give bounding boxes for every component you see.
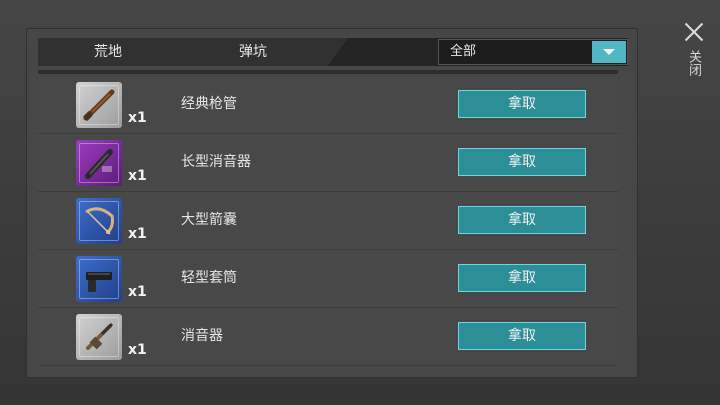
item-qty: x1 [128,168,147,184]
item-slot[interactable] [76,82,122,128]
tab-wasteland[interactable]: 荒地 [38,38,198,66]
take-button[interactable]: 拿取 [458,264,586,292]
filter-value: 全部 [450,44,477,59]
item-qty: x1 [128,226,147,242]
list-item: x1 大型箭囊 拿取 [38,192,618,250]
item-qty: x1 [128,110,147,126]
item-name: 消音器 [181,328,223,344]
item-slot[interactable] [76,256,122,302]
item-qty: x1 [128,342,147,358]
quiver-icon [85,207,114,235]
tab-crater-label: 弹坑 [239,44,267,60]
item-slot[interactable] [76,198,122,244]
filter-dropdown[interactable]: 全部 [438,39,628,65]
long-silencer-icon [85,149,113,179]
silencer-icon [86,322,114,350]
take-button[interactable]: 拿取 [458,148,586,176]
list-item: x1 长型消音器 拿取 [38,134,618,192]
item-name: 大型箭囊 [181,212,237,228]
close-label[interactable]: 关闭 [685,50,701,76]
list-item: x1 消音器 拿取 [38,308,618,366]
list-item: x1 经典枪管 拿取 [38,76,618,134]
chevron-down-icon [603,49,615,55]
item-list[interactable]: x1 经典枪管 拿取 x1 长型消音器 拿取 x1 大型箭囊 拿取 x1 轻型套… [38,70,618,368]
item-name: 经典枪管 [181,96,237,112]
take-button[interactable]: 拿取 [458,206,586,234]
dropdown-toggle-button[interactable] [592,41,626,63]
list-item: x1 轻型套筒 拿取 [38,250,618,308]
tab-wasteland-label: 荒地 [94,44,122,60]
item-slot[interactable] [76,140,122,186]
list-divider [38,70,618,74]
item-name: 轻型套筒 [181,270,237,286]
item-name: 长型消音器 [181,154,251,170]
item-slot[interactable] [76,314,122,360]
close-icon[interactable] [682,20,706,44]
rifle-barrel-icon [83,89,115,121]
tab-crater[interactable]: 弹坑 [178,38,348,66]
pistol-slide-icon [86,272,112,292]
item-qty: x1 [128,284,147,300]
take-button[interactable]: 拿取 [458,322,586,350]
take-button[interactable]: 拿取 [458,90,586,118]
